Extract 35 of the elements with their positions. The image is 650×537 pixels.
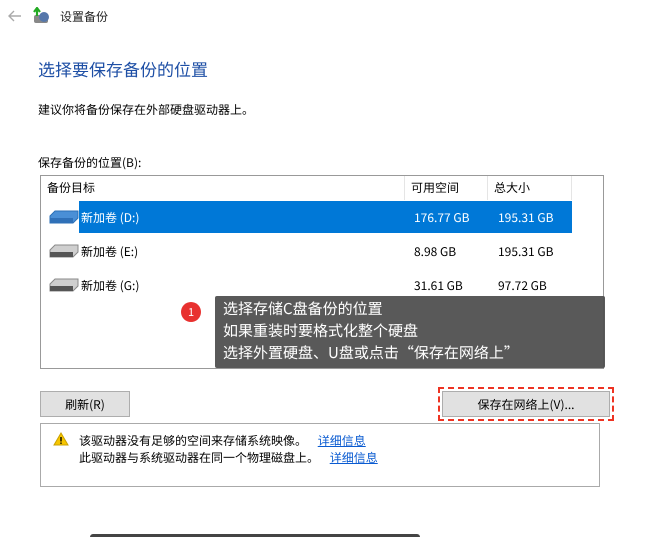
window-title: 设置备份 <box>60 8 108 24</box>
total-size: 195.31 GB <box>498 208 554 226</box>
drive-icon <box>49 244 79 258</box>
backup-icon <box>32 7 50 25</box>
page-heading: 选择要保存备份的位置 <box>38 56 209 81</box>
drive-row[interactable]: 新加卷 (G:) 31.61 GB 97.72 GB <box>79 275 572 295</box>
total-size: 97.72 GB <box>498 276 548 294</box>
back-arrow-icon[interactable] <box>8 10 22 22</box>
free-space: 31.61 GB <box>414 276 464 294</box>
drive-name: 新加卷 (D:) <box>80 208 140 226</box>
refresh-button[interactable]: 刷新(R) <box>40 391 130 417</box>
callout-text: 如果重装时要格式化整个硬盘 <box>223 320 420 342</box>
save-on-network-button[interactable]: 保存在网络上(V)... <box>442 391 610 417</box>
free-space: 8.98 GB <box>414 242 458 260</box>
column-header[interactable]: 总大小 <box>488 176 572 200</box>
callout-text: 选择存储C盘备份的位置 <box>223 298 384 320</box>
callout-text: 选择外置硬盘、U盘或点击“保存在网络上” <box>223 342 520 364</box>
free-space: 176.77 GB <box>414 208 470 226</box>
warning-icon <box>53 432 69 446</box>
drive-icon <box>49 278 79 292</box>
drive-icon <box>49 210 79 224</box>
drive-name: 新加卷 (G:) <box>80 276 140 294</box>
details-link[interactable]: 详细信息 <box>318 432 366 449</box>
step-badge: 1 <box>181 302 201 322</box>
drive-name: 新加卷 (E:) <box>80 242 140 260</box>
list-label: 保存备份的位置(B): <box>38 154 142 171</box>
total-size: 195.31 GB <box>498 242 554 260</box>
warning-text: 此驱动器与系统驱动器在同一个物理磁盘上。 <box>79 449 320 466</box>
column-header[interactable]: 可用空间 <box>405 176 488 200</box>
drive-row[interactable]: 新加卷 (E:) 8.98 GB 195.31 GB <box>79 241 572 261</box>
details-link[interactable]: 详细信息 <box>330 449 378 466</box>
drive-row[interactable]: 新加卷 (D:) 176.77 GB 195.31 GB <box>79 201 572 233</box>
column-header[interactable]: 备份目标 <box>41 176 405 200</box>
description-text: 建议你将备份保存在外部硬盘驱动器上。 <box>38 101 256 118</box>
warning-text: 该驱动器没有足够的空间来存储系统映像。 <box>79 432 308 449</box>
